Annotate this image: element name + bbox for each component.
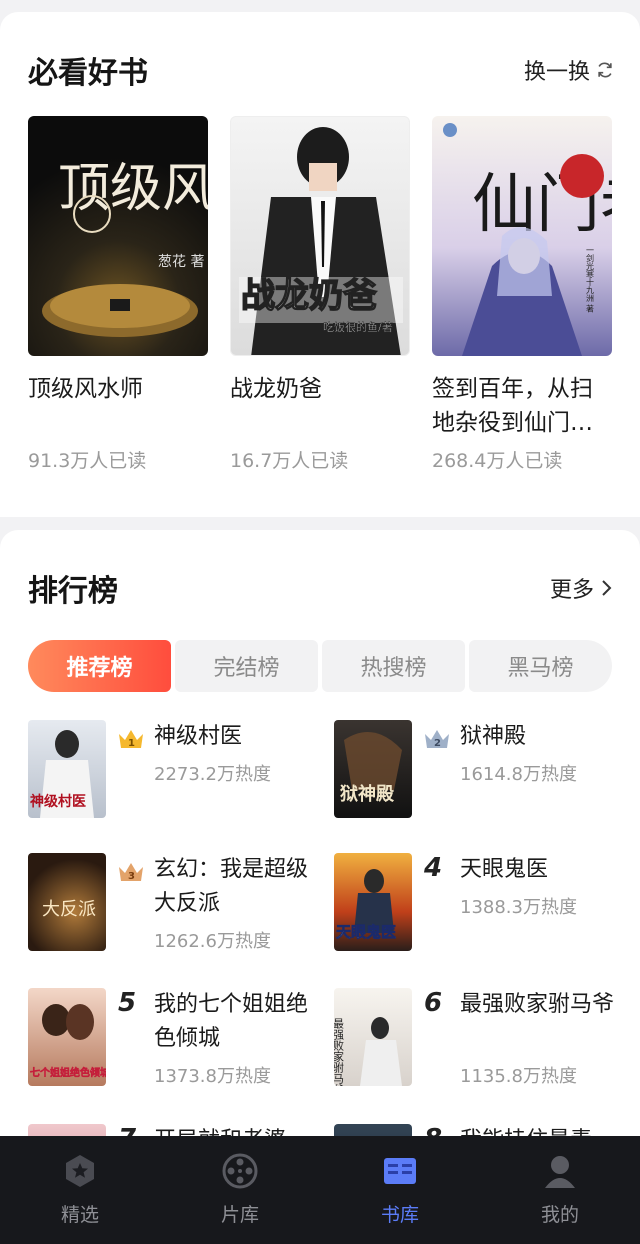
svg-text:吃饭很的鱼/著: 吃饭很的鱼/著 — [323, 320, 393, 334]
rank-item[interactable]: 狱神殿 2 狱神殿 1614.8万热度 — [334, 720, 624, 820]
rank-cover: 最强败家驸马爷 — [334, 988, 412, 1086]
rank-cover: 天眼鬼医 — [334, 853, 412, 951]
rank-item[interactable]: 天眼鬼医 4 天眼鬼医 1388.3万热度 — [334, 853, 624, 953]
rank-title: 最强败家驸马爷 — [460, 992, 615, 1017]
ranking-title: 排行榜 — [28, 574, 118, 609]
tab-recommended[interactable]: 推荐榜 — [28, 640, 171, 692]
book-read-count: 16.7万人已读 — [230, 450, 349, 472]
svg-text:大反派: 大反派 — [42, 899, 96, 920]
rank-item[interactable]: 最强败家驸马爷 6 最强败家驸马爷 1135.8万热度 — [334, 988, 624, 1098]
rank-item[interactable]: 七个姐姐绝色倾城 5 我的七个姐姐绝色倾城 1373.8万热度 — [28, 988, 318, 1098]
rank-cover: 七个姐姐绝色倾城 — [28, 988, 106, 1086]
nav-film-library[interactable]: 片库 — [160, 1136, 320, 1244]
rank-number: 6 — [424, 988, 443, 1018]
svg-text:一剑光寒十九洲 著: 一剑光寒十九洲 著 — [586, 246, 595, 314]
ranking-tabs: 推荐榜 完结榜 热搜榜 黑马榜 — [28, 640, 612, 692]
svg-text:葱花 著: 葱花 著 — [158, 254, 204, 270]
nav-book-library[interactable]: 书库 — [320, 1136, 480, 1244]
rank-cover: 神级村医 — [28, 720, 106, 818]
rank-number: 4 — [424, 853, 443, 883]
book-title: 顶级风水师 — [28, 376, 143, 402]
cover-title-text: 顶级风水師 — [58, 159, 208, 219]
rank-item[interactable]: 神级村医 1 神级村医 2273.2万热度 — [28, 720, 318, 820]
rank-title: 玄幻：我是超级大反派 — [154, 857, 309, 916]
book-read-count: 268.4万人已读 — [432, 450, 563, 472]
rank-item[interactable]: 大反派 3 玄幻：我是超级大反派 1262.6万热度 — [28, 853, 318, 963]
tab-hot-search[interactable]: 热搜榜 — [322, 640, 465, 692]
rank-title: 狱神殿 — [460, 724, 527, 749]
svg-text:神级村医: 神级村医 — [30, 793, 86, 810]
tab-completed[interactable]: 完结榜 — [175, 640, 318, 692]
book-title: 签到百年，从扫地杂役到仙门… — [432, 376, 593, 436]
rank-heat: 1262.6万热度 — [154, 931, 271, 952]
svg-text:天眼鬼医: 天眼鬼医 — [336, 923, 396, 941]
bottom-tab-bar: 精选 片库 书库 我的 — [0, 1136, 640, 1244]
more-label: 更多 — [549, 578, 594, 603]
refresh-label: 换一换 — [523, 60, 590, 85]
film-reel-icon — [222, 1153, 258, 1189]
star-hexagon-icon — [66, 1155, 94, 1187]
book-card[interactable]: 战龙奶爸 吃饭很的鱼/著 战龙奶爸 16.7万人已读 — [230, 116, 410, 473]
nav-label: 书库 — [380, 1204, 419, 1226]
book-cover: 战龙奶爸 吃饭很的鱼/著 — [230, 116, 410, 356]
crown-silver-icon: 2 — [425, 730, 449, 749]
more-button[interactable]: 更多 — [550, 572, 614, 604]
rank-number: 5 — [118, 988, 137, 1018]
refresh-icon — [598, 62, 612, 78]
rank-heat: 2273.2万热度 — [154, 764, 271, 785]
cover-title-text: 战龙奶爸 — [241, 276, 377, 316]
book-title: 战龙奶爸 — [230, 376, 322, 402]
rank-heat: 1388.3万热度 — [460, 897, 577, 918]
tab-dark-horse[interactable]: 黑马榜 — [469, 640, 612, 692]
nav-profile[interactable]: 我的 — [480, 1136, 640, 1244]
rank-title: 天眼鬼医 — [460, 857, 549, 882]
rank-title: 我的七个姐姐绝色倾城 — [154, 992, 309, 1051]
book-card[interactable]: 顶级风水師 葱花 著 顶级风水师 91.3万人已读 — [28, 116, 208, 473]
book-cover: 仙门老祖 一剑光寒十九洲 著 — [432, 116, 612, 356]
book-read-count: 91.3万人已读 — [28, 450, 147, 472]
chevron-right-icon — [602, 580, 612, 596]
nav-featured[interactable]: 精选 — [0, 1136, 160, 1244]
nav-label: 我的 — [540, 1204, 579, 1226]
book-cover: 顶级风水師 葱花 著 — [28, 116, 208, 356]
rank-title: 神级村医 — [154, 724, 243, 749]
person-icon — [545, 1156, 575, 1188]
rank-cover: 大反派 — [28, 853, 106, 951]
bookstore-page: 必看好书 换一换 顶级风水師 葱花 著 顶级风水师 — [0, 0, 640, 1244]
svg-text:狱神殿: 狱神殿 — [340, 783, 395, 805]
book-card[interactable]: 仙门老祖 一剑光寒十九洲 著 签到百年，从扫地杂役到仙门… 268.4万人已读 — [432, 116, 612, 473]
rank-heat: 1373.8万热度 — [154, 1066, 271, 1087]
nav-label: 片库 — [220, 1204, 259, 1226]
rank-heat: 1614.8万热度 — [460, 764, 577, 785]
crown-gold-icon: 1 — [119, 730, 143, 749]
svg-text:3: 3 — [128, 871, 135, 882]
book-icon — [384, 1158, 416, 1184]
refresh-button[interactable]: 换一换 — [524, 54, 614, 86]
rank-heat: 1135.8万热度 — [460, 1066, 577, 1087]
nav-label: 精选 — [60, 1204, 99, 1226]
svg-text:七个姐姐绝色倾城: 七个姐姐绝色倾城 — [30, 1066, 106, 1079]
rank-cover: 狱神殿 — [334, 720, 412, 818]
svg-text:1: 1 — [128, 738, 135, 749]
crown-bronze-icon: 3 — [119, 863, 143, 882]
must-read-title: 必看好书 — [28, 56, 148, 91]
must-read-section: 必看好书 换一换 顶级风水師 葱花 著 顶级风水师 — [0, 12, 640, 517]
svg-text:2: 2 — [434, 738, 441, 749]
svg-text:最强败家驸马爷: 最强败家驸马爷 — [334, 1018, 345, 1086]
